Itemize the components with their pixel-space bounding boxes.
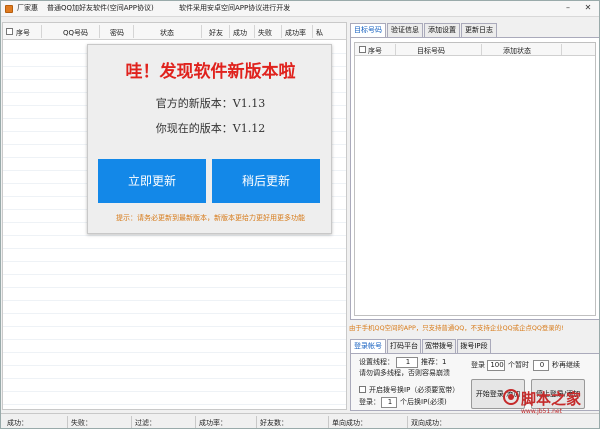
threads-input[interactable]: 1: [396, 357, 418, 368]
continue-label: 秒再继续: [552, 361, 580, 369]
col-status[interactable]: 状态: [160, 28, 174, 38]
table-row-divider: [3, 261, 346, 262]
tab-target-numbers[interactable]: 目标号码: [350, 23, 386, 38]
official-version: 官方的新版本：V1.13: [155, 97, 266, 110]
warning-text: 由于手机QQ空间的APP，只支持普通QQ，不支持企业QQ或企点QQ登录的!: [349, 324, 564, 332]
change-ip-label: 个后换IP(必须): [400, 398, 447, 406]
target-list[interactable]: 序号 目标号码 添加状态: [354, 42, 596, 316]
table-row-divider: [3, 404, 346, 405]
pause-label: 个暂时: [508, 361, 529, 369]
tab-login-account[interactable]: 登录帐号: [350, 339, 386, 354]
target-col-index[interactable]: 序号: [368, 46, 382, 56]
tab-add-settings[interactable]: 添加设置: [424, 23, 460, 37]
update-now-button[interactable]: 立即更新: [98, 159, 206, 203]
app-notice: 软件采用安卓空间APP协议进行开发: [179, 4, 291, 12]
tab-broadband-dial[interactable]: 宽带拨号: [422, 339, 456, 353]
right-tabbar: 目标号码 验证信息 添加设置 更新日志: [350, 23, 599, 38]
app-name: 厂家惠: [17, 4, 38, 12]
update-tip: 提示：请务必更新到最新版本，新版本更给力更好用更多功能: [116, 214, 305, 222]
tab-captcha-platform[interactable]: 打码平台: [387, 339, 421, 353]
recommend-label: 推荐：1: [421, 358, 447, 366]
col-success[interactable]: 成功: [233, 28, 247, 38]
status-one-way: 单向成功：: [332, 419, 367, 427]
status-friends: 好友数：: [260, 419, 288, 427]
status-two-way: 双向成功：: [411, 419, 446, 427]
dial-ip-checkbox[interactable]: [359, 386, 366, 393]
pause-seconds-input[interactable]: 0: [533, 360, 549, 371]
watermark-logo-icon: [503, 389, 519, 405]
select-all-checkbox[interactable]: [6, 28, 13, 35]
table-row-divider: [3, 352, 346, 353]
main-window: 厂家惠 普通QQ加好友软件(空间APP协议) 软件采用安卓空间APP协议进行开发…: [0, 0, 600, 429]
col-qq[interactable]: QQ号码: [63, 28, 88, 38]
table-row-divider: [3, 287, 346, 288]
target-panel: 序号 目标号码 添加状态: [350, 37, 599, 320]
status-success: 成功：: [7, 419, 28, 427]
table-row-divider: [3, 274, 346, 275]
target-list-header: 序号 目标号码 添加状态: [355, 43, 595, 56]
title-bar: 厂家惠 普通QQ加好友软件(空间APP协议) 软件采用安卓空间APP协议进行开发…: [1, 1, 599, 17]
target-col-status[interactable]: 添加状态: [503, 46, 531, 56]
login-count-input[interactable]: 100: [487, 360, 505, 371]
col-private[interactable]: 私: [316, 28, 323, 38]
col-password[interactable]: 密码: [110, 28, 124, 38]
table-header: 序号 QQ号码 密码 状态 好友 成功 失败 成功率 私: [3, 23, 346, 40]
table-row-divider: [3, 235, 346, 236]
col-friends[interactable]: 好友: [209, 28, 223, 38]
watermark-url: www.jb51.net: [521, 408, 562, 415]
login-interval-input[interactable]: 1: [381, 397, 397, 408]
table-row-divider: [3, 300, 346, 301]
status-bar: 成功： 失败： 过滤： 成功率： 好友数： 单向成功： 双向成功：: [1, 413, 599, 428]
target-col-number[interactable]: 目标号码: [417, 46, 445, 56]
col-fail[interactable]: 失败: [258, 28, 272, 38]
table-row-divider: [3, 326, 346, 327]
status-fail: 失败：: [71, 419, 92, 427]
tab-dial-ip[interactable]: 拨号IP段: [457, 339, 491, 353]
col-success-rate[interactable]: 成功率: [285, 28, 306, 38]
table-row-divider: [3, 339, 346, 340]
status-success-rate: 成功率：: [199, 419, 227, 427]
watermark-text: 脚本之家: [521, 390, 582, 408]
update-headline: 哇！发现软件新版本啦: [125, 62, 296, 82]
current-version: 你现在的版本：V1.12: [155, 122, 266, 135]
col-index[interactable]: 序号: [16, 28, 30, 38]
threads-warning: 请勿调多线程，否则容易崩溃: [359, 369, 450, 377]
login-interval-label: 登录：: [359, 398, 380, 406]
tab-update-log[interactable]: 更新日志: [461, 23, 497, 37]
app-subtitle: 普通QQ加好友软件(空间APP协议): [47, 4, 154, 12]
login-count-label: 登录: [471, 361, 485, 369]
status-filtered: 过滤：: [135, 419, 156, 427]
bottom-tabbar: 登录帐号 打码平台 宽带拨号 拨号IP段: [350, 339, 599, 354]
table-row-divider: [3, 378, 346, 379]
dial-ip-label: 开启拨号换IP（必须要宽带）: [369, 386, 460, 394]
tab-verify-info[interactable]: 验证信息: [387, 23, 423, 37]
close-icon[interactable]: ✕: [583, 3, 593, 13]
table-row-divider: [3, 365, 346, 366]
table-row-divider: [3, 391, 346, 392]
update-dialog: 哇！发现软件新版本啦 官方的新版本：V1.13 你现在的版本：V1.12 立即更…: [87, 44, 332, 234]
app-icon: [5, 5, 13, 13]
table-row-divider: [3, 313, 346, 314]
threads-label: 设置线程：: [359, 358, 394, 366]
target-select-all-checkbox[interactable]: [359, 46, 366, 53]
minimize-icon[interactable]: –: [563, 3, 573, 13]
table-row-divider: [3, 248, 346, 249]
update-later-button[interactable]: 稍后更新: [212, 159, 320, 203]
